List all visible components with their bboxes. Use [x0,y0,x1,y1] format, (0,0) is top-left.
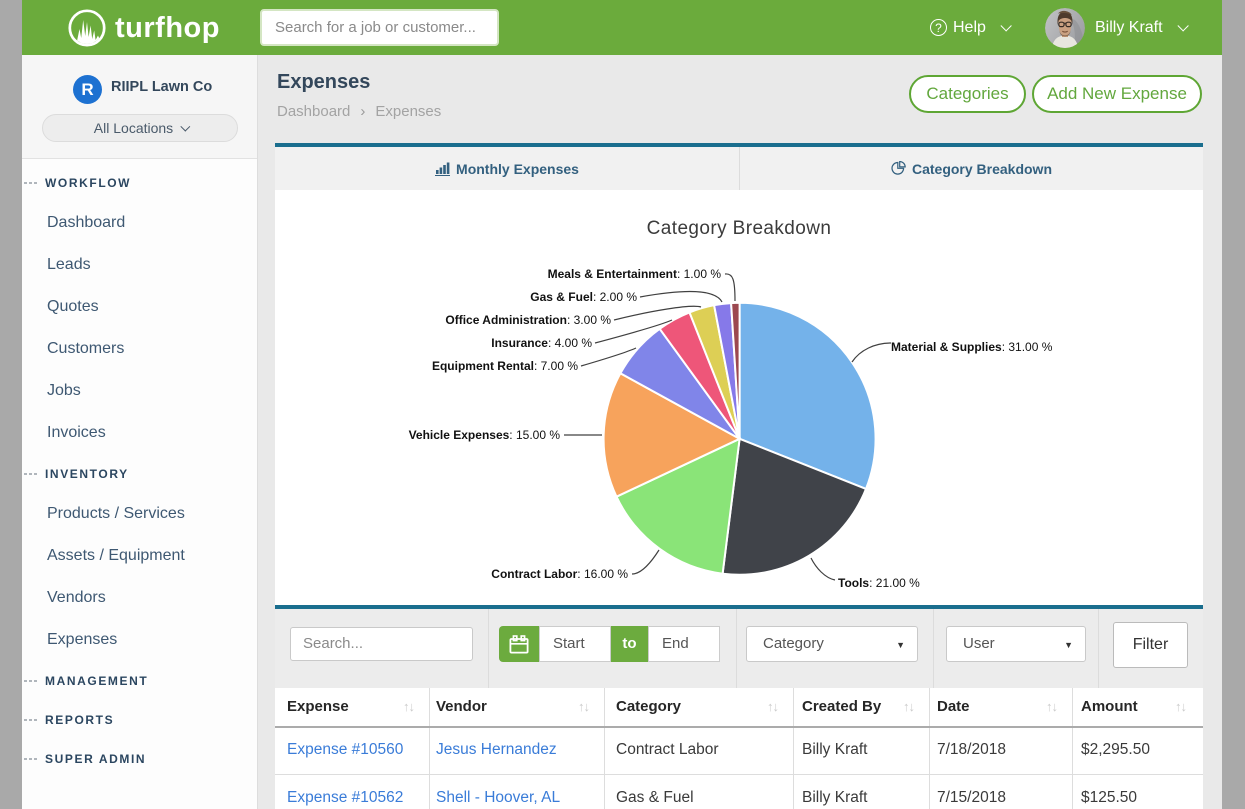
svg-text:Office Administration: 3.00 %: Office Administration: 3.00 % [445,313,611,327]
svg-text:Tools: 21.00 %: Tools: 21.00 % [838,576,920,590]
svg-text:Vehicle Expenses: 15.00 %: Vehicle Expenses: 15.00 % [409,428,561,442]
svg-text:Material & Supplies: 31.00 %: Material & Supplies: 31.00 % [891,340,1053,354]
svg-text:Category Breakdown: Category Breakdown [647,218,832,239]
svg-text:Meals & Entertainment: 1.00 %: Meals & Entertainment: 1.00 % [548,267,722,281]
svg-text:Insurance: 4.00 %: Insurance: 4.00 % [491,336,592,350]
svg-text:Equipment Rental: 7.00 %: Equipment Rental: 7.00 % [432,359,578,373]
svg-text:Gas & Fuel: 2.00 %: Gas & Fuel: 2.00 % [530,290,637,304]
svg-text:Contract Labor: 16.00 %: Contract Labor: 16.00 % [491,567,628,581]
